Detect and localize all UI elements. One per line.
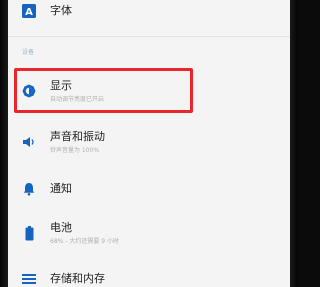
settings-screen: A 字体 设备 显示 自动调节亮度已开启 声音和振动 铃声音量为 100% 通知… [8,0,290,287]
settings-item-subtitle: 68% - 大约还需要 9 小时 [50,237,119,245]
settings-item-title: 通知 [50,182,72,195]
section-divider [8,36,290,37]
battery-icon [8,225,50,241]
storage-icon [8,274,50,284]
settings-item-battery[interactable]: 电池 68% - 大约还需要 9 小时 [8,214,290,252]
phone-bezel-right [290,0,298,287]
settings-item-subtitle: 铃声音量为 100% [50,146,100,154]
settings-item-title: 存储和内存 [50,272,105,285]
settings-item-sound[interactable]: 声音和振动 铃声音量为 100% [8,122,290,162]
settings-item-title: 字体 [50,4,72,17]
font-icon: A [8,4,50,18]
highlight-annotation-box [14,68,193,113]
settings-item-font[interactable]: A 字体 [8,0,290,22]
phone-bezel-left [0,0,8,287]
settings-item-storage[interactable]: 存储和内存 [8,266,290,287]
settings-item-title: 声音和振动 [50,129,105,143]
section-label-device: 设备 [22,49,35,56]
settings-item-notifications[interactable]: 通知 [8,170,290,208]
bell-icon [8,182,50,196]
svg-text:A: A [25,7,33,18]
settings-item-title: 电池 [50,220,72,234]
volume-icon [8,136,50,148]
